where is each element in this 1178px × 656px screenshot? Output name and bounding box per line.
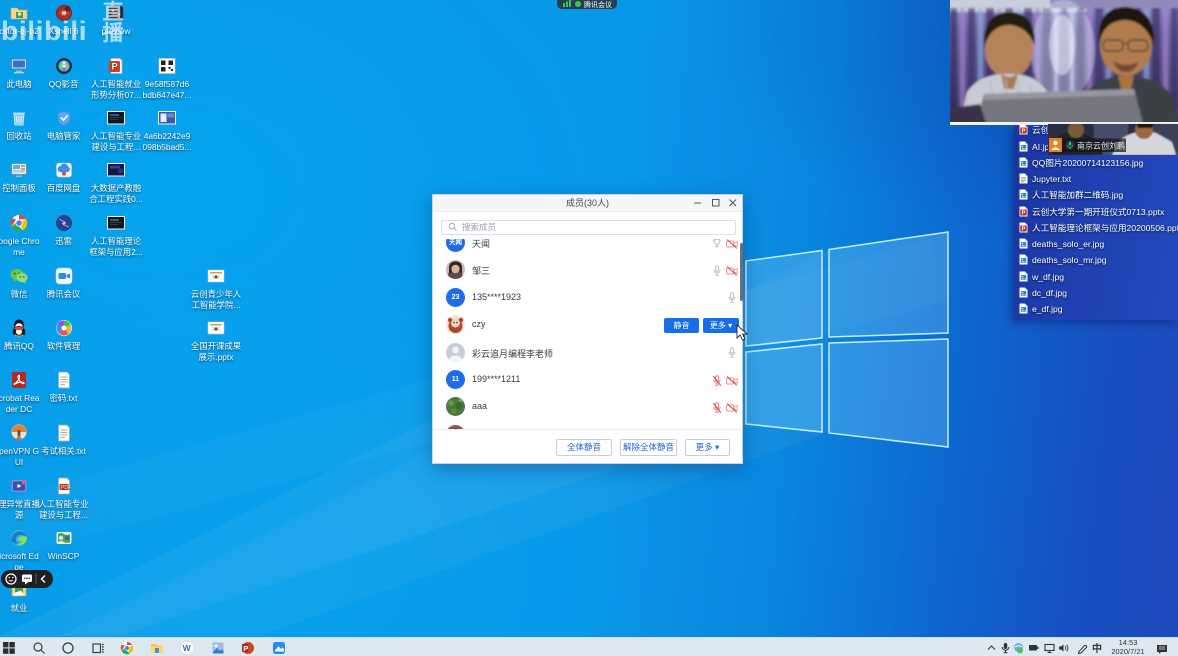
svg-text:P: P: [112, 62, 118, 72]
svg-text:P: P: [1022, 226, 1026, 232]
svg-text:P: P: [1022, 210, 1026, 216]
svg-text:南京云创刘鹏: 南京云创刘鹏: [1077, 141, 1125, 151]
svg-text:W: W: [183, 643, 192, 653]
svg-text:P: P: [243, 644, 248, 653]
svg-text:P: P: [1022, 129, 1026, 135]
svg-text:腾讯会议: 腾讯会议: [584, 0, 612, 9]
svg-text:PDF: PDF: [61, 485, 71, 491]
